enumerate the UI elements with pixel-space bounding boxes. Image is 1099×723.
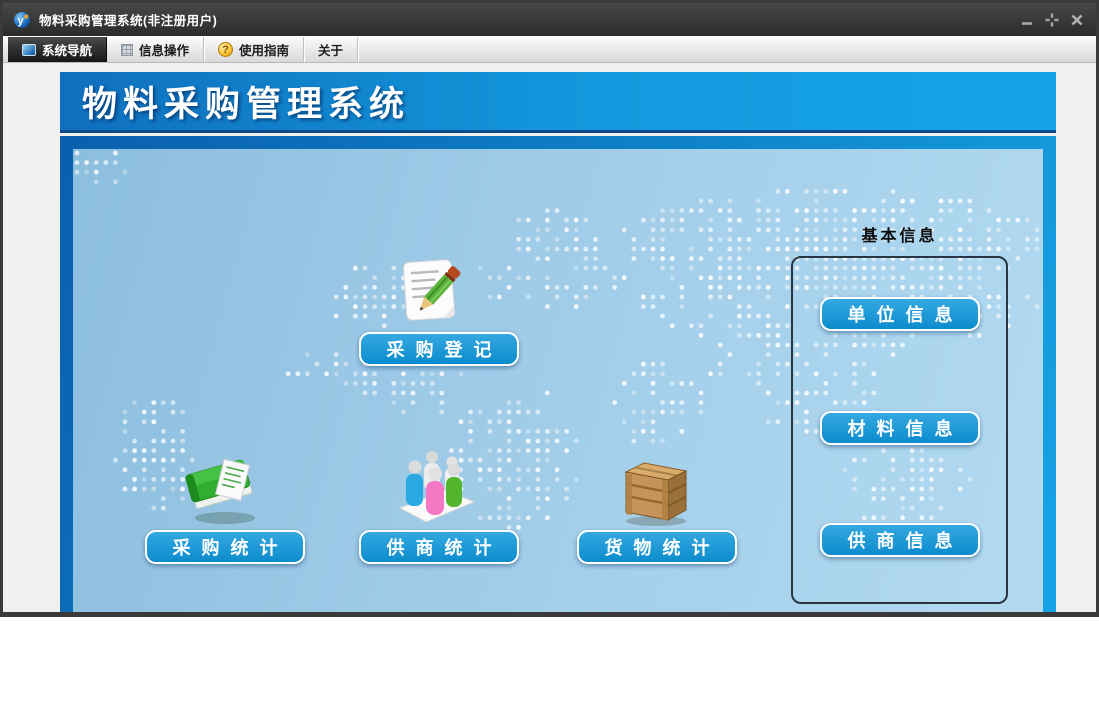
button-label: 采购登记 <box>386 340 503 360</box>
notepad-pencil-icon <box>402 259 461 321</box>
supplier-statistics-button[interactable]: 供商统计 <box>359 530 519 564</box>
people-group-icon <box>398 451 476 523</box>
purchase-register-button[interactable]: 采购登记 <box>359 332 519 366</box>
tab-about[interactable]: 关于 <box>304 37 359 62</box>
titlebar: y 物料采购管理系统(非注册用户) <box>3 3 1096 36</box>
button-label: 供商统计 <box>386 538 503 558</box>
purchase-statistics-button[interactable]: 采购统计 <box>145 530 305 564</box>
wooden-crate-icon <box>624 462 688 526</box>
svg-text:y: y <box>17 15 24 27</box>
app-logo-icon: y <box>14 11 30 28</box>
banner: 物料采购管理系统 <box>60 72 1056 133</box>
close-button[interactable] <box>1068 12 1086 28</box>
button-label: 采购统计 <box>172 538 289 558</box>
tab-label: 使用指南 <box>239 44 290 58</box>
screen-icon <box>22 43 36 56</box>
tab-label: 关于 <box>318 44 344 58</box>
help-icon: ? <box>218 42 234 57</box>
tab-label: 系统导航 <box>42 44 93 58</box>
window-controls <box>1018 12 1086 28</box>
restore-button[interactable] <box>1043 12 1061 28</box>
toolbar-tabstrip: 系统导航 信息操作 ? 使用指南 关于 <box>3 36 1096 63</box>
window-title: 物料采购管理系统(非注册用户) <box>39 14 218 28</box>
material-info-button[interactable]: 材料信息 <box>820 411 980 445</box>
minimize-button[interactable] <box>1018 12 1036 28</box>
button-label: 单位信息 <box>847 305 964 325</box>
button-label: 货物统计 <box>604 538 721 558</box>
restore-icon <box>1045 13 1059 26</box>
unit-info-button[interactable]: 单位信息 <box>820 297 980 331</box>
green-book-icon <box>185 458 255 524</box>
close-icon <box>1071 14 1083 25</box>
minimize-icon <box>1022 21 1032 25</box>
tab-information-operations[interactable]: 信息操作 <box>107 37 205 62</box>
page-title: 物料采购管理系统 <box>82 84 411 124</box>
basic-info-title: 基本信息 <box>861 228 938 245</box>
button-label: 材料信息 <box>847 419 964 439</box>
tab-user-guide[interactable]: ? 使用指南 <box>204 37 305 62</box>
goods-statistics-button[interactable]: 货物统计 <box>577 530 737 564</box>
supplier-info-button[interactable]: 供商信息 <box>820 523 980 557</box>
tab-label: 信息操作 <box>139 44 190 58</box>
tab-system-navigation[interactable]: 系统导航 <box>8 37 108 62</box>
grid-icon <box>121 43 134 56</box>
button-label: 供商信息 <box>847 531 964 551</box>
